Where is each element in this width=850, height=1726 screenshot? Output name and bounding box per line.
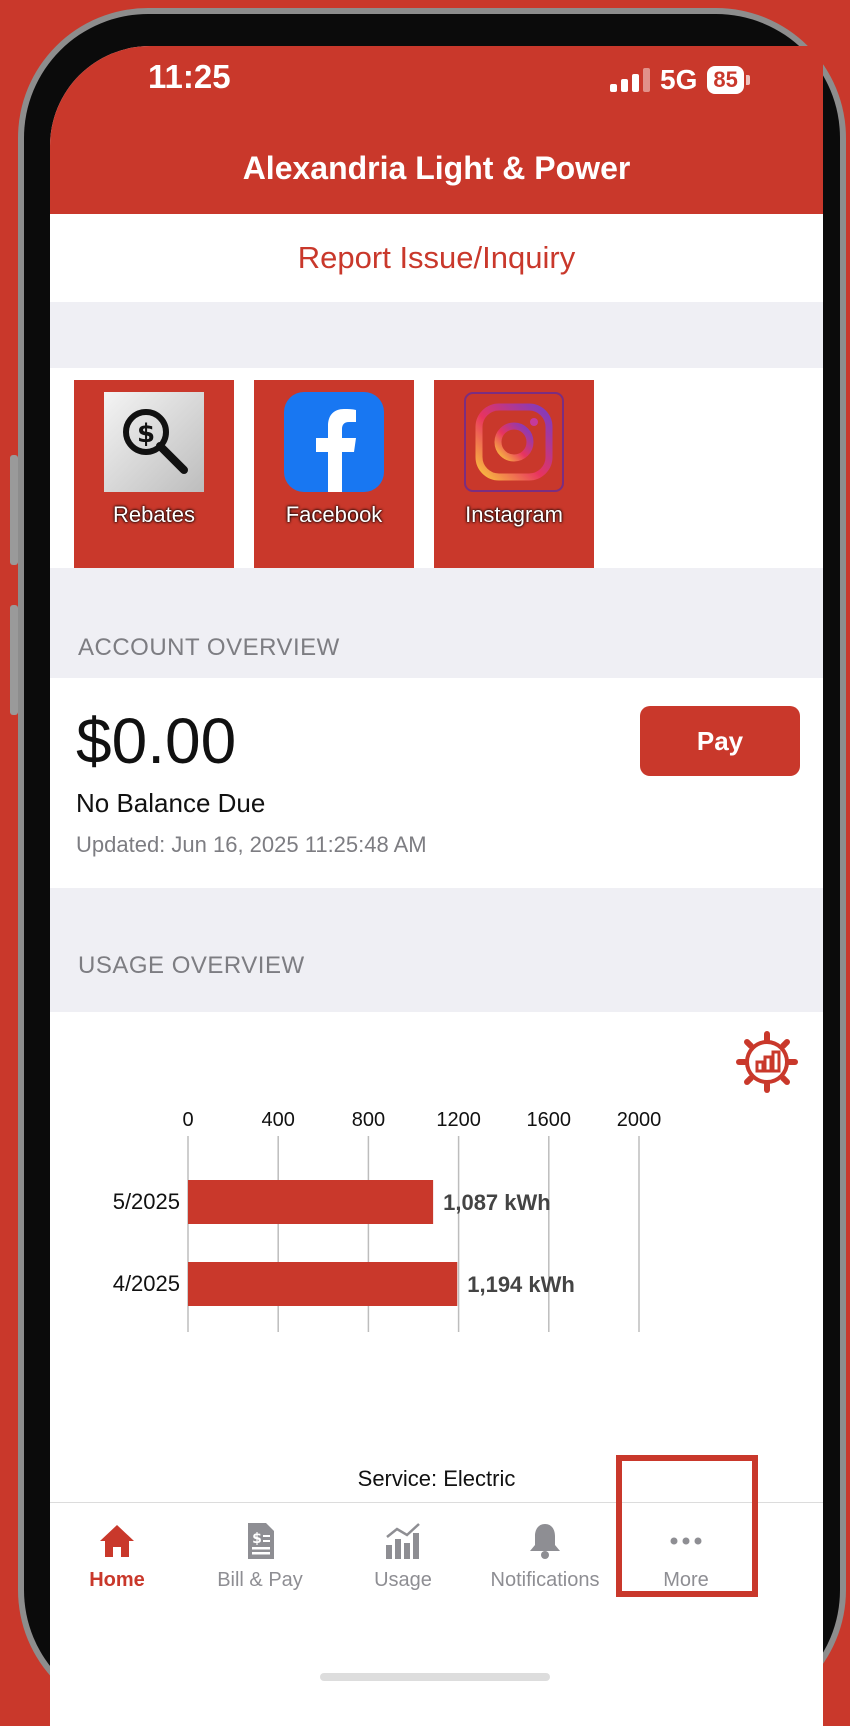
tile-label: Instagram (465, 502, 563, 527)
rebates-magnifier-dollar-icon: $ (104, 392, 204, 492)
usage-bar-chart: 0 400 800 1200 1600 2000 5/2025 1,087 kWh 4/2025… (113, 1109, 662, 1332)
pay-button[interactable]: Pay (640, 706, 800, 776)
status-time: 11:25 (148, 58, 231, 95)
section-spacer (50, 302, 823, 368)
app-screen: 11:25 5G 85 Alexandria Light & Power Rep… (50, 46, 823, 1726)
value-label: 1,194 kWh (467, 1272, 575, 1297)
balance-amount: $0.00 (76, 705, 237, 777)
home-indicator (320, 1673, 550, 1681)
balance-status: No Balance Due (76, 788, 266, 818)
tab-label: Bill & Pay (217, 1569, 303, 1591)
usage-overview-card: 0 400 800 1200 1600 2000 5/2025 1,087 kWh 4/2025… (50, 1012, 823, 1502)
page-title: Alexandria Light & Power (242, 150, 631, 186)
usage-bar (188, 1180, 434, 1224)
x-tick-label: 0 (182, 1109, 193, 1131)
battery-icon: 85 (707, 66, 750, 94)
svg-text:$: $ (137, 419, 155, 449)
x-tick-label: 800 (352, 1109, 385, 1131)
bell-icon (530, 1524, 560, 1559)
x-tick-label: 1200 (436, 1109, 481, 1131)
app-header: 11:25 5G 85 Alexandria Light & Power (50, 46, 823, 214)
report-issue-link[interactable]: Report Issue/Inquiry (50, 214, 823, 302)
usage-section-header: USAGE OVERVIEW (50, 888, 823, 1012)
tab-home[interactable]: Home (50, 1503, 192, 1623)
usage-chart-icon (386, 1523, 420, 1559)
tile-label: Facebook (285, 502, 383, 527)
status-indicators: 5G 85 (610, 64, 750, 96)
category-label: 5/2025 (113, 1189, 180, 1214)
rebates-tile[interactable]: $ Rebates (74, 380, 234, 580)
volume-down-button (10, 605, 18, 715)
tab-label: Usage (374, 1569, 432, 1591)
updated-timestamp: Updated: Jun 16, 2025 11:25:48 AM (76, 832, 427, 857)
battery-level: 85 (707, 66, 744, 94)
x-tick-label: 1600 (527, 1109, 572, 1131)
bill-icon: $ (248, 1523, 274, 1559)
category-label: 4/2025 (113, 1271, 180, 1296)
tab-label: Notifications (490, 1569, 600, 1591)
account-overview-label: ACCOUNT OVERVIEW (78, 634, 340, 661)
account-section-header: ACCOUNT OVERVIEW (50, 568, 823, 678)
value-label: 1,087 kWh (443, 1190, 551, 1215)
x-tick-label: 2000 (617, 1109, 662, 1131)
facebook-icon (284, 392, 384, 492)
account-overview-card: $0.00 No Balance Due Updated: Jun 16, 20… (50, 678, 823, 888)
tab-notifications[interactable]: Notifications (470, 1503, 620, 1623)
more-tab-highlight-box (616, 1455, 758, 1597)
facebook-tile[interactable]: Facebook (254, 380, 414, 580)
usage-overview-label: USAGE OVERVIEW (78, 952, 305, 979)
tile-label: Rebates (113, 502, 195, 527)
quick-links: $ Rebates Facebook Instagram (50, 368, 823, 580)
tab-usage[interactable]: Usage (328, 1503, 478, 1623)
home-icon (100, 1525, 134, 1557)
tab-bill-pay[interactable]: $ Bill & Pay (185, 1503, 335, 1623)
instagram-icon (464, 392, 564, 492)
instagram-tile[interactable]: Instagram (434, 380, 594, 580)
volume-up-button (10, 455, 18, 565)
tab-label: Home (89, 1569, 145, 1591)
network-type: 5G (660, 64, 698, 95)
usage-bar (188, 1262, 458, 1306)
x-tick-label: 400 (262, 1109, 295, 1131)
bottom-tab-bar: Home $ Bill & Pay Usage Notifications Mo… (50, 1455, 823, 1726)
svg-text:$: $ (252, 1531, 262, 1547)
signal-icon (610, 68, 650, 92)
